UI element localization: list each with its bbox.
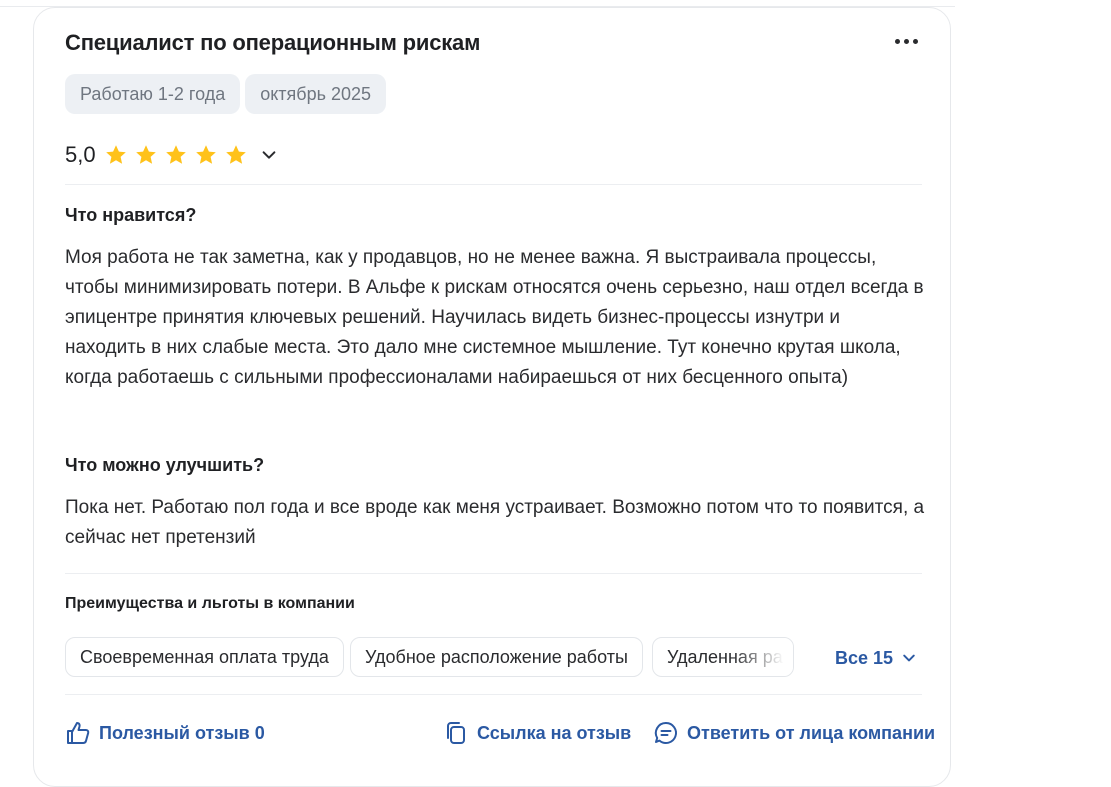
star-rating bbox=[104, 143, 248, 167]
copy-link-icon bbox=[447, 722, 465, 744]
likes-heading: Что нравится? bbox=[65, 205, 197, 225]
benefits-heading: Преимущества и льготы в компании bbox=[65, 595, 355, 612]
experience-tag: Работаю 1-2 года bbox=[65, 74, 241, 114]
more-icon-dot bbox=[912, 38, 918, 44]
chevron-down-icon bbox=[903, 654, 915, 662]
star-icon bbox=[105, 145, 126, 164]
reply-as-company-button[interactable]: Ответить от лица компании bbox=[653, 718, 935, 748]
star-icon bbox=[165, 145, 186, 164]
improve-heading: Что можно улучшить? bbox=[65, 455, 265, 475]
review-tags: Работаю 1-2 года октябрь 2025 bbox=[65, 74, 387, 114]
rating-row: 5,0 bbox=[65, 142, 278, 168]
date-tag: октябрь 2025 bbox=[245, 74, 387, 114]
show-all-label: Все 15 bbox=[835, 647, 894, 668]
review-link-button[interactable]: Ссылка на отзыв bbox=[443, 718, 631, 748]
review-link-label: Ссылка на отзыв bbox=[477, 722, 632, 743]
divider bbox=[65, 694, 922, 695]
more-icon-dot bbox=[894, 38, 900, 44]
reply-as-company-label: Ответить от лица компании bbox=[687, 722, 936, 743]
show-all-benefits-button[interactable]: Все 15 bbox=[835, 637, 925, 679]
reply-icon bbox=[654, 721, 677, 744]
more-icon-dot bbox=[903, 38, 909, 44]
useful-review-label: Полезный отзыв 0 bbox=[99, 722, 265, 743]
review-title: Специалист по операционным рискам bbox=[65, 30, 481, 55]
more-options-button[interactable] bbox=[890, 30, 922, 52]
benefits-list: Своевременная оплата труда Удобное распо… bbox=[65, 637, 925, 679]
improve-text: Пока нет. Работаю пол года и все вроде к… bbox=[65, 497, 925, 548]
star-icon bbox=[225, 145, 246, 164]
benefit-chip[interactable]: Удобное расположение работы bbox=[350, 637, 643, 677]
star-icon bbox=[195, 145, 216, 164]
star-icon bbox=[135, 145, 156, 164]
likes-text: Моя работа не так заметна, как у продавц… bbox=[65, 247, 924, 388]
chevron-down-icon[interactable] bbox=[260, 146, 278, 164]
useful-review-button[interactable]: Полезный отзыв 0 bbox=[65, 718, 265, 748]
benefit-chip[interactable]: Удаленная работа bbox=[652, 637, 794, 677]
thumb-up-icon bbox=[67, 722, 90, 744]
benefit-chip[interactable]: Своевременная оплата труда bbox=[65, 637, 344, 677]
rating-value: 5,0 bbox=[65, 142, 96, 167]
divider bbox=[65, 184, 922, 185]
divider bbox=[65, 573, 922, 574]
